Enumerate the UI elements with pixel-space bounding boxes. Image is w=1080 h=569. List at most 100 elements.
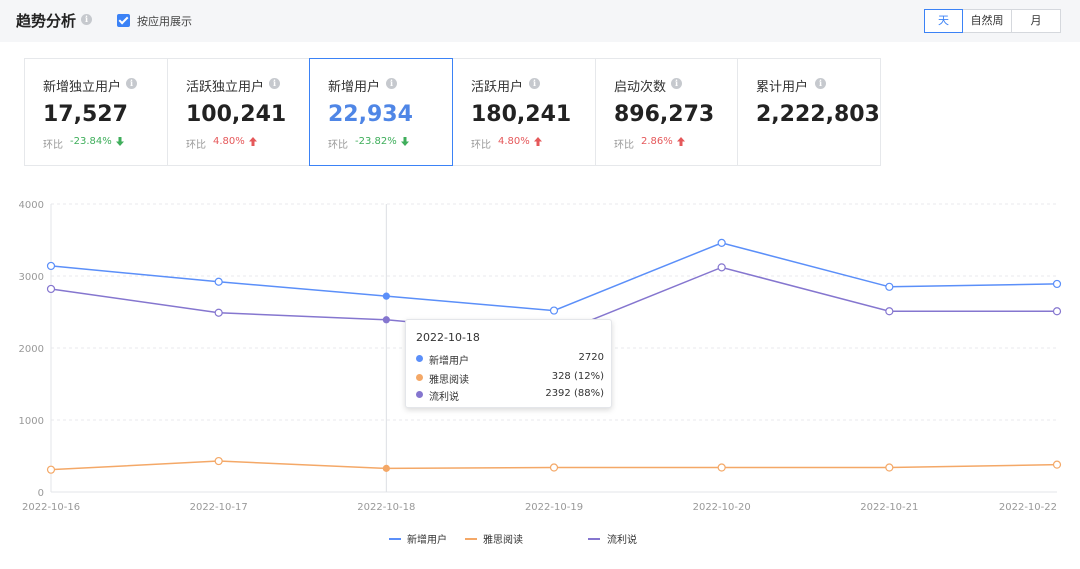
data-point xyxy=(382,316,390,324)
card-label: 新增用户 xyxy=(328,80,381,95)
arrow-up-icon xyxy=(677,137,685,146)
period-week-button[interactable]: 自然周 xyxy=(962,9,1012,33)
data-point xyxy=(46,261,56,271)
data-point xyxy=(885,307,894,316)
series-dot-icon xyxy=(416,355,423,362)
metric-card[interactable]: 活跃用户 i 180,241 环比 4.80% xyxy=(452,58,596,166)
data-point xyxy=(46,465,56,474)
series-dot-icon xyxy=(416,374,423,381)
period-month-button[interactable]: 月 xyxy=(1011,9,1061,33)
tooltip-series-value: 328 (12%) xyxy=(551,371,604,382)
series-dot-icon xyxy=(416,391,423,398)
data-point xyxy=(214,308,223,317)
legend-item-yasi[interactable]: 雅思阅读 xyxy=(483,531,523,546)
tooltip-series-name: 流利说 xyxy=(429,392,459,403)
data-point xyxy=(214,277,223,286)
tooltip-series-name: 雅思阅读 xyxy=(429,375,469,386)
card-label: 启动次数 xyxy=(614,80,667,95)
x-tick-label: 2022-10-20 xyxy=(693,502,751,513)
card-compare-label: 环比 xyxy=(43,140,63,151)
y-tick-label: 3000 xyxy=(19,272,44,283)
data-point xyxy=(717,263,726,272)
data-point xyxy=(885,282,894,291)
x-tick-label: 2022-10-21 xyxy=(860,502,918,513)
card-change-percent: -23.82% xyxy=(355,136,397,147)
header-bar: 趋势分析 i 按应用展示 月 自然周 天 xyxy=(0,0,1080,42)
x-tick-label: 2022-10-19 xyxy=(525,502,583,513)
card-value: 896,273 xyxy=(614,102,715,127)
legend-line-liulishuo xyxy=(588,538,600,540)
legend-line-yasi xyxy=(465,538,477,540)
x-tick-label: 2022-10-16 xyxy=(22,502,80,513)
arrow-down-icon xyxy=(401,137,409,146)
card-value: 100,241 xyxy=(186,102,287,127)
tooltip-row: 雅思阅读 328 (12%) xyxy=(416,371,604,386)
info-icon[interactable]: i xyxy=(815,78,826,89)
tooltip-row: 新增用户 2720 xyxy=(416,352,604,367)
metric-card[interactable]: 累计用户 i 2,222,803 xyxy=(737,58,881,166)
tooltip-row: 流利说 2392 (88%) xyxy=(416,388,604,403)
data-point xyxy=(1052,460,1062,469)
arrow-up-icon xyxy=(249,137,257,146)
metric-card[interactable]: 启动次数 i 896,273 环比 2.86% xyxy=(595,58,739,166)
card-compare-label: 环比 xyxy=(186,140,206,151)
tooltip-series-name: 新增用户 xyxy=(429,356,469,367)
card-label: 活跃用户 xyxy=(471,80,524,95)
arrow-up-icon xyxy=(534,137,542,146)
legend-item-liulishuo[interactable]: 流利说 xyxy=(607,531,637,546)
data-point xyxy=(214,456,223,466)
card-change-percent: -23.84% xyxy=(70,136,112,147)
card-value: 180,241 xyxy=(471,102,572,127)
card-label: 活跃独立用户 xyxy=(186,80,265,95)
card-change-percent: 4.80% xyxy=(213,136,245,147)
y-tick-label: 4000 xyxy=(19,200,44,211)
card-value: 22,934 xyxy=(328,102,413,127)
y-tick-label: 2000 xyxy=(19,344,44,355)
data-point xyxy=(549,463,559,472)
card-change-percent: 2.86% xyxy=(641,136,673,147)
data-point xyxy=(717,238,726,247)
card-label: 累计用户 xyxy=(756,80,809,95)
x-tick-label: 2022-10-18 xyxy=(357,502,415,513)
x-tick-label: 2022-10-22 xyxy=(999,502,1057,513)
card-change-percent: 4.80% xyxy=(498,136,530,147)
chart-tooltip: 2022-10-18 新增用户 2720 雅思阅读 328 (12%) 流利说 … xyxy=(405,319,612,408)
info-icon[interactable]: i xyxy=(529,78,540,89)
card-label: 新增独立用户 xyxy=(43,80,122,95)
tooltip-date: 2022-10-18 xyxy=(416,331,480,344)
metric-card[interactable]: 新增独立用户 i 17,527 环比 -23.84% xyxy=(24,58,168,166)
y-tick-label: 1000 xyxy=(19,416,44,427)
app-view-checkbox-label[interactable]: 按应用展示 xyxy=(137,13,192,29)
metric-card[interactable]: 活跃独立用户 i 100,241 环比 4.80% xyxy=(167,58,311,166)
data-point xyxy=(382,464,390,472)
data-point xyxy=(717,463,726,472)
app-view-checkbox[interactable] xyxy=(117,14,130,27)
info-icon[interactable]: i xyxy=(126,78,137,89)
card-value: 2,222,803 xyxy=(756,102,880,127)
tooltip-series-value: 2392 (88%) xyxy=(545,388,604,399)
card-compare-label: 环比 xyxy=(328,140,348,151)
data-point xyxy=(1052,307,1062,316)
info-icon[interactable]: i xyxy=(386,78,397,89)
page-title: 趋势分析 xyxy=(16,12,77,30)
info-icon[interactable]: i xyxy=(269,78,280,89)
series-line xyxy=(50,242,1058,312)
info-icon[interactable]: i xyxy=(671,78,682,89)
y-tick-label: 0 xyxy=(38,488,44,499)
metric-card[interactable]: 新增用户 i 22,934 环比 -23.82% xyxy=(309,58,453,166)
arrow-down-icon xyxy=(116,137,124,146)
data-point xyxy=(382,292,390,300)
card-value: 17,527 xyxy=(43,102,128,127)
x-tick-label: 2022-10-17 xyxy=(190,502,248,513)
period-day-button[interactable]: 天 xyxy=(924,9,963,33)
tooltip-series-value: 2720 xyxy=(578,352,604,363)
info-icon[interactable]: i xyxy=(81,14,92,25)
data-point xyxy=(46,284,56,294)
legend-line-new-users xyxy=(389,538,401,540)
legend-item-new-users[interactable]: 新增用户 xyxy=(407,531,447,546)
card-compare-label: 环比 xyxy=(614,140,634,151)
data-point xyxy=(885,463,894,472)
data-point xyxy=(549,306,559,315)
card-compare-label: 环比 xyxy=(471,140,491,151)
data-point xyxy=(1052,279,1062,289)
